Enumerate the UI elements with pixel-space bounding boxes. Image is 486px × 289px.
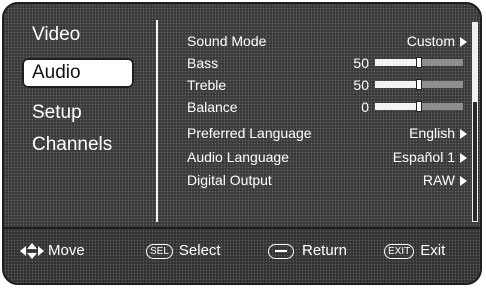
sel-key-icon: SEL <box>146 243 173 259</box>
footer-return: Return <box>268 241 347 261</box>
balance-label: Balance <box>187 99 238 115</box>
sound-mode-row[interactable]: Sound Mode Custom <box>187 30 467 52</box>
audio-language-label: Audio Language <box>187 149 289 165</box>
treble-slider-knob[interactable] <box>416 79 422 90</box>
side-item-channels[interactable]: Channels <box>22 130 134 160</box>
footer-return-label: Return <box>302 242 348 259</box>
preferred-language-value: English <box>409 125 455 141</box>
treble-label: Treble <box>187 77 227 93</box>
sound-mode-value-wrap: Custom <box>407 30 467 52</box>
side-item-audio[interactable]: Audio <box>22 58 134 88</box>
balance-row[interactable]: Balance 0 <box>187 96 467 118</box>
audio-language-value: Español 1 <box>392 149 455 165</box>
digital-output-label: Digital Output <box>187 172 272 188</box>
treble-value: 50 <box>353 77 369 93</box>
digital-output-row[interactable]: Digital Output RAW <box>187 169 467 191</box>
side-item-video[interactable]: Video <box>22 20 134 50</box>
footer-exit: EXIT Exit <box>384 241 445 261</box>
sound-mode-label: Sound Mode <box>187 33 267 49</box>
balance-slider[interactable] <box>375 101 463 112</box>
bass-label: Bass <box>187 55 219 71</box>
footer-select: SEL Select <box>146 241 221 261</box>
scrollbar-thumb[interactable] <box>473 23 477 103</box>
balance-slider-knob[interactable] <box>416 101 422 112</box>
balance-slider-fill <box>375 103 419 110</box>
preferred-language-label: Preferred Language <box>187 125 312 141</box>
digital-output-value-wrap: RAW <box>423 169 467 191</box>
footer-divider <box>4 227 480 229</box>
footer-exit-label: Exit <box>420 242 446 259</box>
chevron-right-icon <box>460 153 467 163</box>
return-key-icon <box>268 243 294 259</box>
scrollbar[interactable] <box>472 22 478 222</box>
balance-value: 0 <box>361 99 369 115</box>
chevron-right-icon <box>460 129 467 139</box>
footer-move: Move <box>20 241 85 261</box>
move-arrows-icon <box>20 243 44 259</box>
tv-osd-menu: Video Audio Setup Channels Sound Mode Cu… <box>2 2 482 285</box>
bass-slider[interactable] <box>375 57 463 68</box>
digital-output-value: RAW <box>422 172 455 188</box>
footer-move-label: Move <box>48 242 85 259</box>
exit-key-icon: EXIT <box>384 243 415 259</box>
chevron-right-icon <box>460 37 467 47</box>
bass-value: 50 <box>353 55 369 71</box>
preferred-language-value-wrap: English <box>409 122 467 144</box>
side-item-setup[interactable]: Setup <box>22 98 134 128</box>
chevron-right-icon <box>460 176 467 186</box>
treble-row[interactable]: Treble 50 <box>187 74 467 96</box>
audio-language-value-wrap: Español 1 <box>393 146 467 168</box>
treble-slider[interactable] <box>375 79 463 90</box>
bass-row[interactable]: Bass 50 <box>187 52 467 74</box>
footer-select-label: Select <box>178 242 221 259</box>
treble-slider-fill <box>375 81 419 88</box>
preferred-language-row[interactable]: Preferred Language English <box>187 122 467 144</box>
sound-mode-value: Custom <box>406 33 455 49</box>
audio-language-row[interactable]: Audio Language Español 1 <box>187 146 467 168</box>
bass-slider-fill <box>375 59 419 66</box>
menu-divider <box>156 20 158 222</box>
bass-slider-knob[interactable] <box>416 57 422 68</box>
